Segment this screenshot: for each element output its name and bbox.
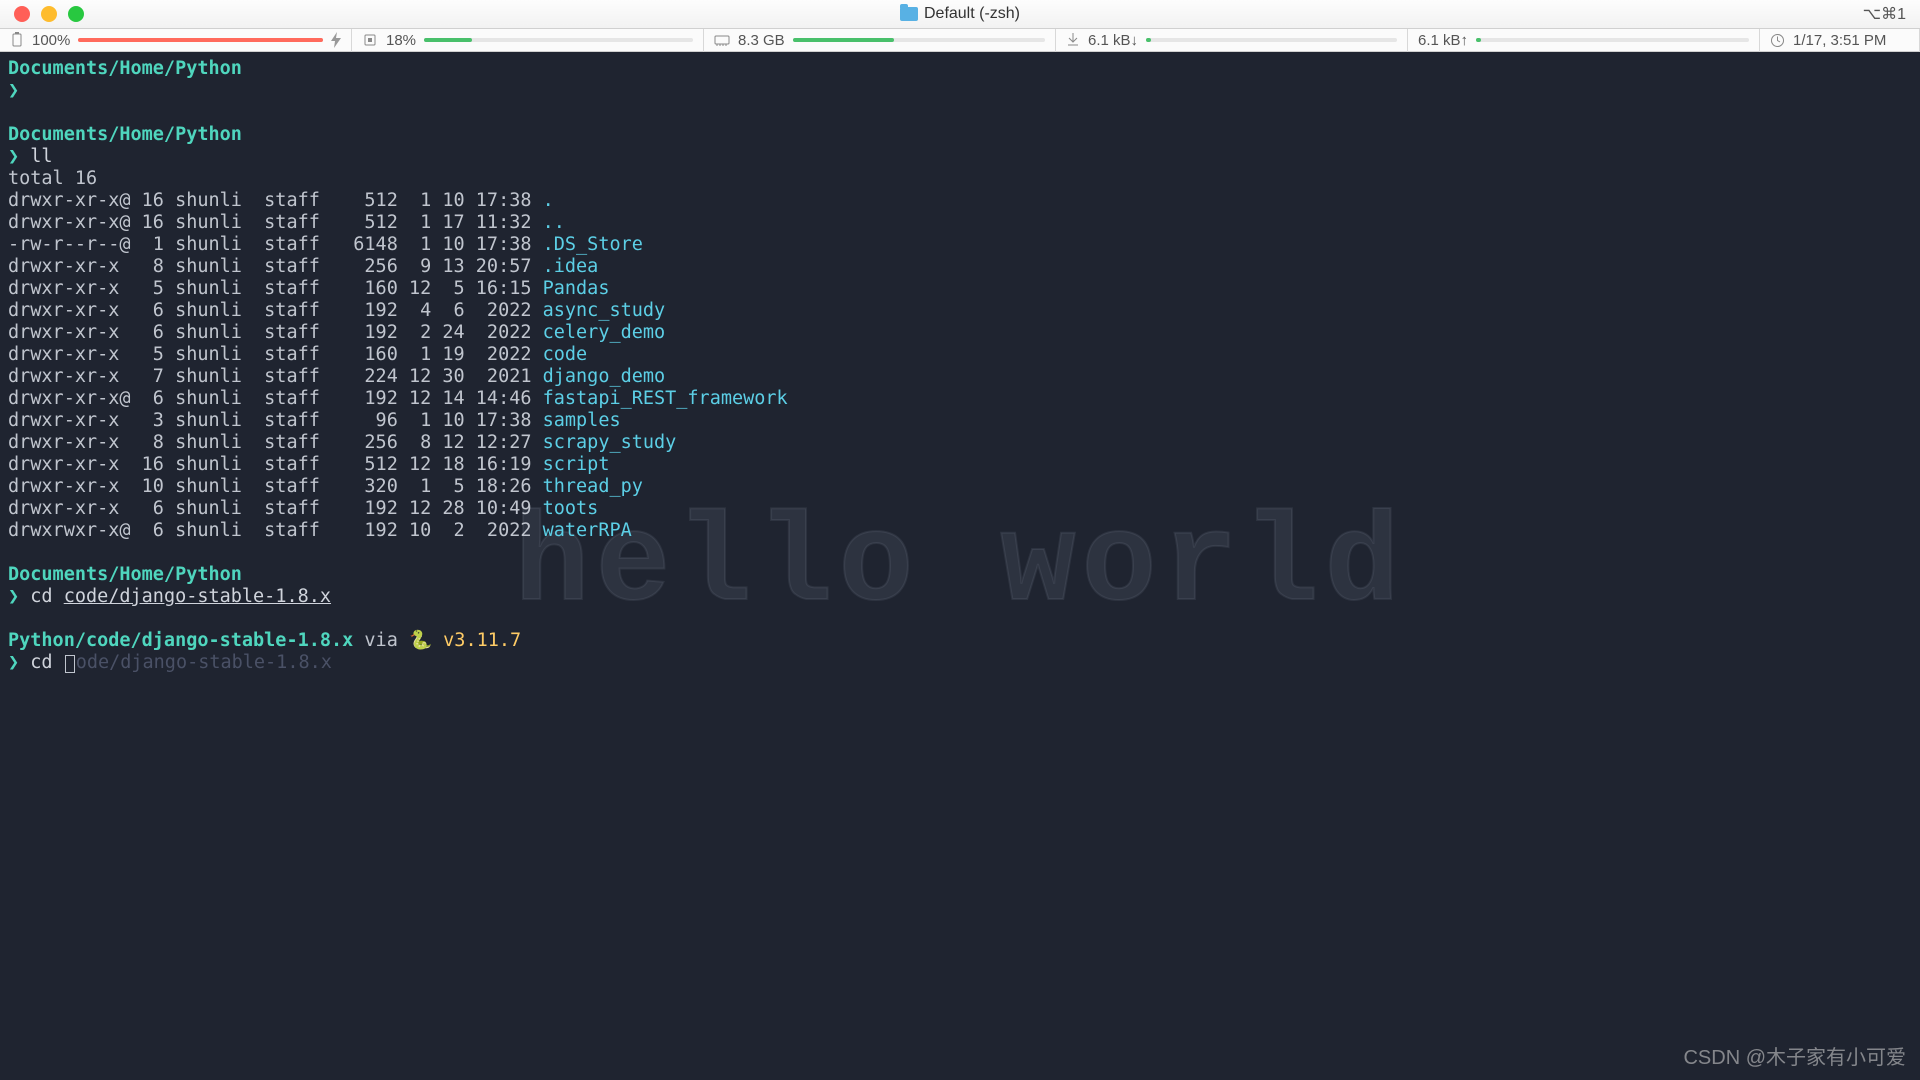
stat-mem: 8.3 GB [704,29,1056,52]
terminal-content: Documents/Home/Python❯ Documents/Home/Py… [8,58,1912,674]
minimize-icon[interactable] [41,6,57,22]
memory-icon [714,32,730,48]
netup-bar [1476,38,1749,42]
cpu-pct: 18% [386,32,416,49]
cpu-icon [362,32,378,48]
download-icon [1066,32,1080,48]
battery-fill [78,38,323,42]
traffic-lights [0,6,84,22]
battery-pct: 100% [32,32,70,49]
netdown-bar [1146,38,1397,42]
terminal[interactable]: hello world Documents/Home/Python❯ Docum… [0,52,1920,1080]
netdown-val: 6.1 kB↓ [1088,32,1138,49]
close-icon[interactable] [14,6,30,22]
clock-text: 1/17, 3:51 PM [1793,32,1886,49]
netup-fill [1476,38,1481,42]
netdown-fill [1146,38,1151,42]
window-titlebar: Default (-zsh) ⌥⌘1 [0,0,1920,29]
stat-netup: 6.1 kB↑ [1408,29,1760,52]
window-title: Default (-zsh) [924,5,1020,23]
stat-netdown: 6.1 kB↓ [1056,29,1408,52]
mem-bar [793,38,1045,42]
folder-icon [900,7,918,21]
clock-icon [1770,33,1785,48]
mem-val: 8.3 GB [738,32,785,49]
zoom-icon[interactable] [68,6,84,22]
stat-cpu: 18% [352,29,704,52]
window-shortcut: ⌥⌘1 [1863,4,1906,24]
cpu-bar [424,38,693,42]
stat-battery: 100% [0,29,352,52]
mem-fill [793,38,894,42]
battery-icon [10,32,24,48]
battery-bar [78,38,323,42]
cpu-fill [424,38,472,42]
stat-clock: 1/17, 3:51 PM [1760,29,1920,52]
bolt-icon [331,32,341,48]
netup-val: 6.1 kB↑ [1418,32,1468,49]
window-title-wrap: Default (-zsh) [0,5,1920,23]
csdn-watermark: CSDN @木子家有小可爱 [1683,1041,1906,1070]
status-bar: 100% 18% 8.3 GB 6.1 kB↓ 6.1 kB↑ 1/17, 3:… [0,29,1920,52]
